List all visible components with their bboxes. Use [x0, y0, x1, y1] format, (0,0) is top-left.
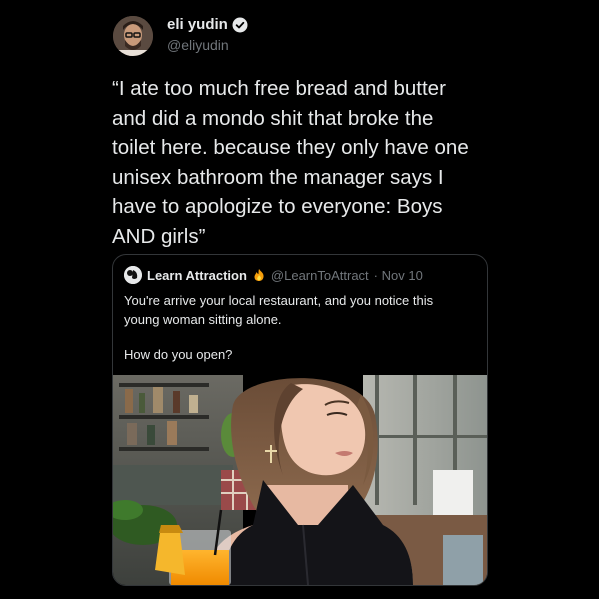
- tweet-text-line: unisex bathroom the manager says I: [112, 165, 444, 189]
- tweet-text-line: and did a mondo shit that broke the: [112, 106, 434, 130]
- quoted-author-name[interactable]: Learn Attraction: [147, 268, 247, 283]
- avatar-image: [113, 16, 153, 56]
- author-handle[interactable]: @eliyudin: [167, 37, 229, 53]
- quoted-tweet[interactable]: Learn Attraction @LearnToAttract · Nov 1…: [112, 254, 488, 586]
- quoted-avatar-image: [124, 266, 142, 284]
- author-avatar[interactable]: [113, 16, 153, 56]
- quoted-text-line: You're arrive your local restaurant, and…: [124, 293, 434, 308]
- quoted-tweet-question: How do you open?: [124, 347, 233, 362]
- tweet-text-line: toilet here. because they only have one: [112, 136, 469, 159]
- author-name[interactable]: eli yudin: [167, 16, 228, 33]
- tweet-text-line: have to apologize to everyone: Boys: [112, 195, 443, 218]
- quoted-tweet-text: You're arrive your local restaurant, and…: [124, 291, 474, 329]
- quoted-author-handle[interactable]: @LearnToAttract: [271, 268, 369, 283]
- quoted-author-avatar[interactable]: [124, 266, 142, 284]
- quoted-text-line: young woman sitting alone.: [124, 312, 282, 327]
- tweet-text: “I ate too much free bread and butter an…: [112, 74, 492, 251]
- restaurant-photo-image: [113, 375, 487, 585]
- fire-emoji-icon: [252, 268, 266, 282]
- quoted-tweet-header: Learn Attraction @LearnToAttract · Nov 1…: [124, 266, 423, 284]
- verified-badge-icon: [232, 17, 248, 33]
- quoted-tweet-date[interactable]: · Nov 10: [374, 268, 423, 283]
- author-name-row: eli yudin: [167, 16, 248, 33]
- quoted-tweet-photo[interactable]: [113, 375, 487, 585]
- tweet-text-line: AND girls”: [112, 224, 206, 248]
- tweet-text-line: “I ate too much free bread and butter: [112, 77, 446, 100]
- tweet: eli yudin @eliyudin “I ate too much free…: [0, 0, 599, 599]
